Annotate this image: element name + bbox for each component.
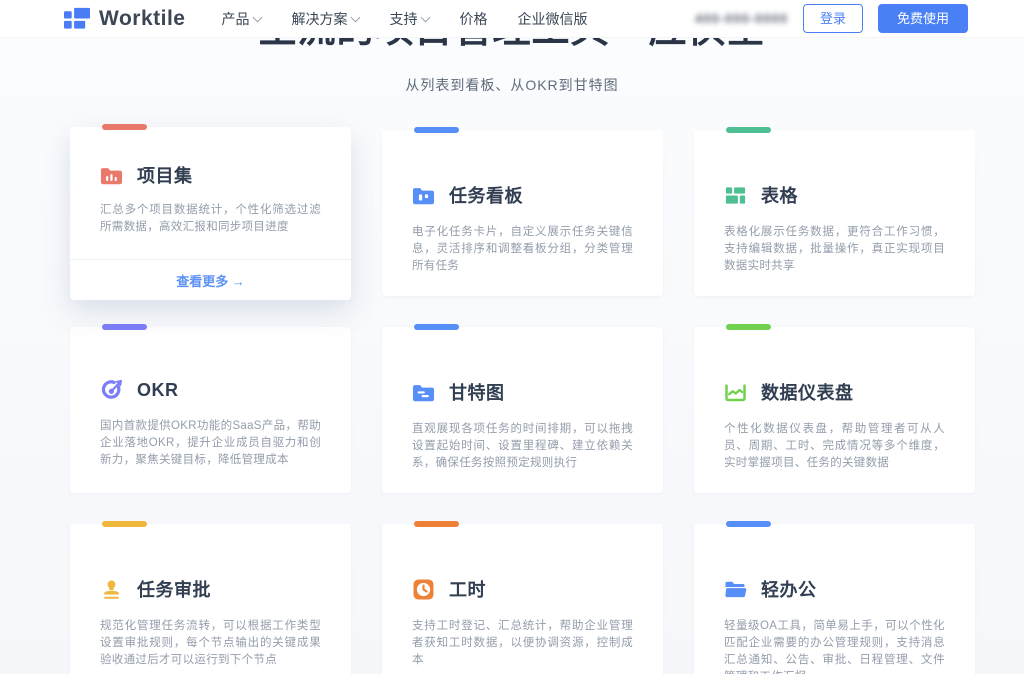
feature-card[interactable]: 轻办公 轻量级OA工具，简单易上手，可以个性化匹配企业需要的办公管理规则，支持消… — [694, 524, 975, 674]
card-description: 汇总多个项目数据统计，个性化筛选过滤所需数据，高效汇报和同步项目进度 — [100, 202, 321, 236]
card-description: 个性化数据仪表盘，帮助管理者可从人员、周期、工时、完成情况等多个维度，实时掌握项… — [724, 421, 945, 472]
card-accent-bar — [102, 324, 147, 330]
nav-item-support[interactable]: 支持 — [389, 9, 429, 29]
card-footer: 查看更多 → — [70, 259, 351, 300]
feature-card[interactable]: 任务审批 规范化管理任务流转，可以根据工作类型设置审批规则，每个节点输出的关键成… — [70, 524, 351, 674]
brand-name: Worktile — [99, 7, 185, 31]
card-accent-bar — [726, 521, 771, 527]
card-head: 工时 — [412, 576, 633, 602]
section-subtitle: 从列表到看板、从OKR到甘特图 — [0, 75, 1024, 95]
card-head: 任务审批 — [100, 576, 321, 602]
feature-card[interactable]: 数据仪表盘 个性化数据仪表盘，帮助管理者可从人员、周期、工时、完成情况等多个维度… — [694, 327, 975, 493]
main-nav: 产品 解决方案 支持 价格 企业微信版 — [221, 9, 587, 29]
card-head: OKR — [100, 379, 321, 402]
feature-card[interactable]: OKR 国内首款提供OKR功能的SaaS产品，帮助企业落地OKR，提升企业成员自… — [70, 327, 351, 493]
nav-label: 解决方案 — [291, 9, 347, 29]
kanban-folder-icon — [412, 184, 435, 207]
feature-card[interactable]: 工时 支持工时登记、汇总统计，帮助企业管理者获知工时数据，以便协调资源，控制成本 — [382, 524, 663, 674]
card-description: 规范化管理任务流转，可以根据工作类型设置审批规则，每个节点输出的关键成果验收通过… — [100, 618, 321, 669]
card-accent-bar — [726, 127, 771, 133]
free-trial-button[interactable]: 免费使用 — [878, 4, 968, 33]
nav-item-pricing[interactable]: 价格 — [459, 9, 487, 29]
approval-stamp-icon — [100, 578, 123, 601]
card-head: 数据仪表盘 — [724, 379, 945, 405]
feature-grid: 项目集 汇总多个项目数据统计，个性化筛选过滤所需数据，高效汇报和同步项目进度 查… — [70, 130, 1024, 674]
feature-card[interactable]: 甘特图 直观展现各项任务的时间排期，可以拖拽设置起始时间、设置里程碑、建立依赖关… — [382, 327, 663, 493]
chevron-down-icon — [351, 12, 361, 22]
gantt-folder-icon — [412, 381, 435, 404]
card-accent-bar — [414, 324, 459, 330]
card-title: 轻办公 — [761, 576, 817, 602]
card-description: 国内首款提供OKR功能的SaaS产品，帮助企业落地OKR，提升企业成员自驱力和创… — [100, 418, 321, 469]
card-title: OKR — [137, 380, 179, 401]
card-description: 直观展现各项任务的时间排期，可以拖拽设置起始时间、设置里程碑、建立依赖关系，确保… — [412, 421, 633, 472]
card-accent-bar — [726, 324, 771, 330]
top-navigation-bar: Worktile 产品 解决方案 支持 价格 企业微信版 400-000-000… — [0, 0, 1024, 38]
card-title: 甘特图 — [449, 379, 505, 405]
table-grid-icon — [724, 184, 747, 207]
login-button[interactable]: 登录 — [803, 4, 863, 33]
card-accent-bar — [414, 127, 459, 133]
card-description: 表格化展示任务数据，更符合工作习惯，支持编辑数据，批量操作，真正实现项目数据实时… — [724, 224, 945, 275]
dashboard-chart-icon — [724, 381, 747, 404]
card-description: 支持工时登记、汇总统计，帮助企业管理者获知工时数据，以便协调资源，控制成本 — [412, 618, 633, 669]
card-title: 工时 — [449, 576, 486, 602]
card-head: 甘特图 — [412, 379, 633, 405]
card-title: 任务审批 — [137, 576, 211, 602]
nav-label: 价格 — [459, 9, 487, 29]
worktile-logo-icon — [64, 7, 90, 31]
card-head: 项目集 — [100, 162, 321, 188]
card-title: 数据仪表盘 — [761, 379, 854, 405]
card-title: 项目集 — [137, 162, 193, 188]
office-folder-icon — [724, 578, 747, 601]
card-accent-bar — [102, 124, 147, 130]
card-accent-bar — [414, 521, 459, 527]
card-description: 轻量级OA工具，简单易上手，可以个性化匹配企业需要的办公管理规则，支持消息汇总通… — [724, 618, 945, 674]
okr-target-icon — [100, 379, 123, 402]
card-title: 表格 — [761, 182, 798, 208]
worktile-logo[interactable]: Worktile — [64, 7, 185, 31]
work-hours-clock-icon — [412, 578, 435, 601]
nav-label: 企业微信版 — [517, 9, 587, 29]
feature-card[interactable]: 表格 表格化展示任务数据，更符合工作习惯，支持编辑数据，批量操作，真正实现项目数… — [694, 130, 975, 296]
view-more-link[interactable]: 查看更多 → — [176, 271, 245, 290]
feature-card[interactable]: 项目集 汇总多个项目数据统计，个性化筛选过滤所需数据，高效汇报和同步项目进度 查… — [70, 127, 351, 300]
nav-item-solutions[interactable]: 解决方案 — [291, 9, 359, 29]
nav-label: 产品 — [221, 9, 249, 29]
chevron-down-icon — [253, 12, 263, 22]
card-title: 任务看板 — [449, 182, 523, 208]
header-actions: 400-000-0000 登录 免费使用 — [695, 4, 968, 33]
card-head: 任务看板 — [412, 182, 633, 208]
card-head: 表格 — [724, 182, 945, 208]
card-description: 电子化任务卡片，自定义展示任务关键信息，灵活排序和调整看板分组，分类管理所有任务 — [412, 224, 633, 275]
contact-phone-blurred: 400-000-0000 — [695, 11, 788, 26]
card-accent-bar — [102, 521, 147, 527]
projects-folder-chart-icon — [100, 164, 123, 187]
nav-label: 支持 — [389, 9, 417, 29]
nav-item-products[interactable]: 产品 — [221, 9, 261, 29]
chevron-down-icon — [421, 12, 431, 22]
nav-item-wechat-work[interactable]: 企业微信版 — [517, 9, 587, 29]
card-head: 轻办公 — [724, 576, 945, 602]
feature-card[interactable]: 任务看板 电子化任务卡片，自定义展示任务关键信息，灵活排序和调整看板分组，分类管… — [382, 130, 663, 296]
